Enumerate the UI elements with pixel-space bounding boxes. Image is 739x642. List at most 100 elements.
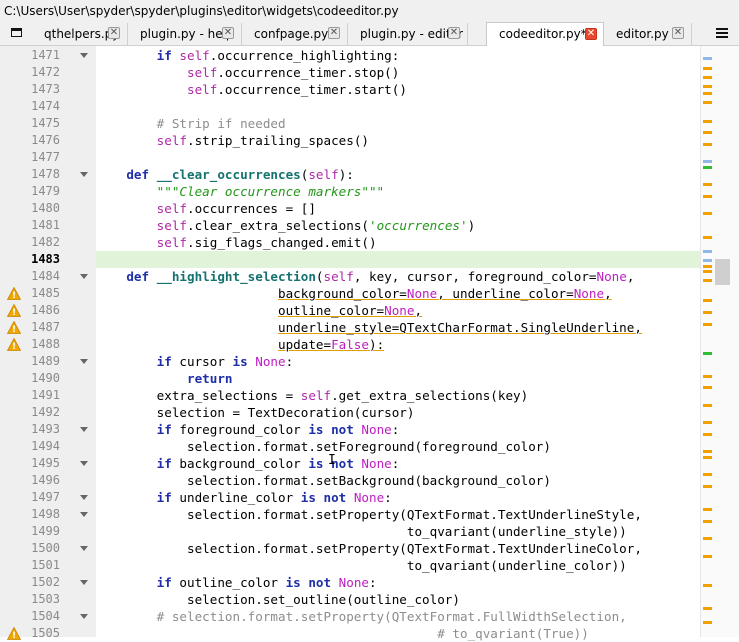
- warning-icon[interactable]: !: [7, 304, 21, 317]
- tab-label: editor.py: [616, 27, 669, 41]
- warning-icon[interactable]: !: [7, 287, 21, 300]
- fold-arrow-icon[interactable]: [80, 512, 88, 517]
- code-token: None: [338, 575, 369, 590]
- code-token: 'occurrences': [369, 218, 468, 233]
- scroll-flag-marker[interactable]: [703, 485, 712, 488]
- scroll-flag-marker[interactable]: [703, 473, 712, 476]
- scroll-flag-marker[interactable]: [703, 143, 712, 146]
- scroll-flag-marker[interactable]: [703, 508, 712, 511]
- scrollbar-thumb[interactable]: [715, 259, 730, 285]
- scroll-flag-marker[interactable]: [703, 621, 712, 624]
- line-number: 1498: [31, 507, 60, 521]
- close-tab-icon[interactable]: ✕: [672, 27, 684, 39]
- code-line: def __highlight_selection(self, key, cur…: [96, 268, 634, 285]
- tab-plugin-py-editor[interactable]: plugin.py - editor ✕: [348, 23, 468, 45]
- code-area[interactable]: if self.occurrence_highlighting: self.oc…: [96, 46, 700, 641]
- scroll-flag-marker[interactable]: [703, 279, 712, 282]
- code-line: # Strip if needed: [96, 115, 286, 132]
- scroll-flag-marker[interactable]: [703, 67, 712, 70]
- scroll-flag-marker[interactable]: [703, 183, 712, 186]
- line-number: 1486: [31, 303, 60, 317]
- scroll-flag-marker[interactable]: [703, 433, 712, 436]
- scroll-flag-marker[interactable]: [703, 404, 712, 407]
- scroll-flag-marker[interactable]: [703, 299, 712, 302]
- vertical-scrollbar[interactable]: [700, 46, 739, 637]
- fold-arrow-icon[interactable]: [80, 546, 88, 551]
- close-tab-icon[interactable]: ✕: [585, 28, 597, 40]
- scroll-flag-marker[interactable]: [703, 236, 712, 239]
- scroll-flag-marker[interactable]: [703, 311, 712, 314]
- scroll-flag-marker[interactable]: [703, 120, 712, 123]
- scroll-flag-marker[interactable]: [703, 166, 712, 169]
- code-line: self.occurrence_timer.start(): [96, 81, 407, 98]
- code-line: self.occurrence_timer.stop(): [96, 64, 399, 81]
- scroll-flag-marker[interactable]: [703, 92, 712, 95]
- close-tab-icon[interactable]: ✕: [108, 27, 120, 39]
- scroll-flag-marker[interactable]: [703, 57, 712, 60]
- fold-arrow-icon[interactable]: [80, 614, 88, 619]
- tab-editor-py[interactable]: editor.py ✕: [604, 23, 692, 45]
- scroll-flag-marker[interactable]: [703, 584, 712, 587]
- code-token: .clear_extra_selections(: [187, 218, 369, 233]
- scroll-flag-marker[interactable]: [703, 101, 712, 104]
- code-token: is not: [285, 575, 339, 590]
- tab-plugin-py-help[interactable]: plugin.py - help ✕: [128, 23, 242, 45]
- code-line: selection.format.setProperty(QTextFormat…: [96, 540, 642, 557]
- close-tab-icon[interactable]: ✕: [222, 27, 234, 39]
- fold-arrow-icon[interactable]: [80, 359, 88, 364]
- scroll-flag-marker[interactable]: [703, 456, 712, 459]
- fold-arrow-icon[interactable]: [80, 427, 88, 432]
- close-tab-icon[interactable]: ✕: [448, 27, 460, 39]
- scroll-flag-marker[interactable]: [703, 375, 712, 378]
- scroll-flag-marker[interactable]: [703, 352, 712, 355]
- scroll-flag-marker[interactable]: [703, 76, 712, 79]
- scroll-flag-marker[interactable]: [703, 520, 712, 523]
- scroll-flag-marker[interactable]: [703, 421, 712, 424]
- code-token: ):: [368, 337, 385, 352]
- scroll-flag-marker[interactable]: [703, 386, 712, 389]
- fold-arrow-icon[interactable]: [80, 274, 88, 279]
- scroll-flag-marker[interactable]: [703, 85, 712, 88]
- scroll-flag-marker[interactable]: [703, 195, 712, 198]
- code-token: :: [285, 354, 294, 369]
- fold-arrow-icon[interactable]: [80, 580, 88, 585]
- scroll-flag-marker[interactable]: [703, 607, 712, 610]
- scroll-flag-marker[interactable]: [703, 323, 712, 326]
- close-tab-icon[interactable]: ✕: [328, 27, 340, 39]
- browse-tabs-button[interactable]: [4, 22, 30, 45]
- scroll-flag-marker[interactable]: [703, 450, 712, 453]
- warning-icon[interactable]: !: [7, 627, 21, 640]
- scroll-flag-marker[interactable]: [703, 270, 712, 273]
- scroll-flag-marker[interactable]: [703, 131, 712, 134]
- scroll-flag-marker[interactable]: [703, 250, 712, 253]
- scroll-flag-marker[interactable]: [703, 265, 712, 268]
- code-editor[interactable]: if self.occurrence_highlighting: self.oc…: [0, 46, 739, 641]
- line-number: 1471: [31, 48, 60, 62]
- tab-confpage-py[interactable]: confpage.py ✕: [242, 23, 348, 45]
- code-token: if: [156, 354, 180, 369]
- svg-text:!: !: [12, 291, 16, 300]
- code-token: if: [156, 48, 180, 63]
- scroll-flag-marker[interactable]: [703, 259, 712, 262]
- scroll-flag-marker[interactable]: [703, 537, 712, 540]
- warning-icon[interactable]: !: [7, 338, 21, 351]
- fold-arrow-icon[interactable]: [80, 172, 88, 177]
- warning-icon[interactable]: !: [7, 321, 21, 334]
- tab-qthelpers-py[interactable]: qthelpers.py ✕: [32, 23, 128, 45]
- scroll-flag-marker[interactable]: [703, 160, 712, 163]
- scroll-flag-marker[interactable]: [703, 212, 712, 215]
- fold-arrow-icon[interactable]: [80, 495, 88, 500]
- fold-arrow-icon[interactable]: [80, 53, 88, 58]
- line-number: 1504: [31, 609, 60, 623]
- options-menu-button[interactable]: [711, 22, 733, 45]
- fold-arrow-icon[interactable]: [80, 461, 88, 466]
- scroll-flag-marker[interactable]: [703, 555, 712, 558]
- tab-codeeditor-py[interactable]: codeeditor.py* ✕: [486, 22, 604, 46]
